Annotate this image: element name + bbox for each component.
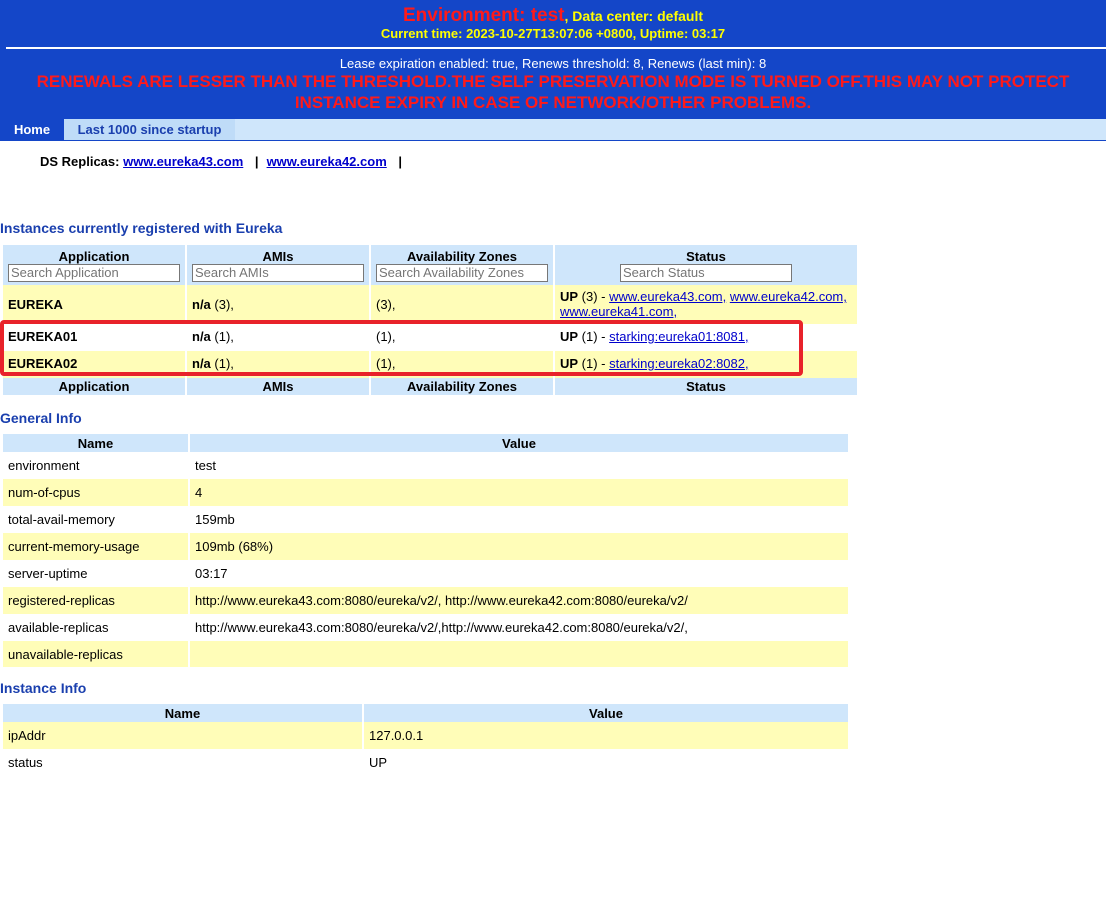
ami-cell: n/a (3),: [192, 297, 234, 312]
app-name: EUREKA01: [8, 329, 78, 344]
table-row: EUREKA02 n/a (1), (1), UP (1) - starking…: [3, 351, 857, 378]
ami-cell: n/a (1),: [192, 356, 234, 371]
info-name: status: [8, 755, 43, 770]
warning-line-1: RENEWALS ARE LESSER THAN THE THRESHOLD.T…: [36, 72, 1070, 91]
table-row: num-of-cpus 4: [3, 479, 848, 506]
status-cell: UP (1) - starking:eureka02:8082,: [560, 356, 749, 371]
table-row: ipAddr 127.0.0.1: [3, 722, 848, 749]
ds-replicas-label: DS Replicas:: [40, 154, 120, 169]
info-name: server-uptime: [8, 566, 88, 581]
search-amis-input[interactable]: [192, 263, 364, 282]
info-value: 159mb: [195, 512, 235, 527]
info-value: 127.0.0.1: [369, 728, 424, 743]
table-row: registered-replicas http://www.eureka43.c…: [3, 587, 848, 614]
nav-bar: Home Last 1000 since startup: [0, 119, 1106, 141]
col-header-value: Value: [364, 704, 848, 722]
info-value: 4: [195, 485, 203, 500]
table-row: current-memory-usage 109mb (68%): [3, 533, 848, 560]
search-application-input[interactable]: [8, 263, 180, 282]
table-row: available-replicas http://www.eureka43.co…: [3, 614, 848, 641]
app-name: EUREKA: [8, 297, 63, 312]
instance-link[interactable]: starking:eureka01:8081,: [609, 329, 748, 344]
general-info-table: Name Value environment test num-of-cpus 4 …: [1, 434, 850, 667]
tab-home[interactable]: Home: [0, 119, 64, 140]
info-name: environment: [8, 458, 80, 473]
info-name: current-memory-usage: [8, 539, 140, 554]
table-row: total-avail-memory 159mb: [3, 506, 848, 533]
header-divider: [6, 47, 1106, 49]
app-name: EUREKA02: [8, 356, 78, 371]
info-name: available-replicas: [8, 620, 109, 635]
info-value: 109mb (68%): [195, 539, 274, 554]
instance-link[interactable]: www.eureka43.com,: [609, 289, 726, 304]
info-value: http://www.eureka43.com:8080/eureka/v2/,…: [195, 593, 688, 608]
info-name: ipAddr: [8, 728, 46, 743]
general-info-title: General Info: [0, 410, 82, 426]
search-status-input[interactable]: [620, 263, 792, 282]
info-name: num-of-cpus: [8, 485, 81, 500]
col-footer-status: Status: [555, 378, 857, 395]
info-value: 03:17: [195, 566, 228, 581]
replica-separator: |: [254, 154, 259, 169]
info-value: [190, 641, 848, 667]
current-time-line: Current time: 2023-10-27T13:07:06 +0800,…: [380, 26, 726, 41]
col-footer-availability-zones: Availability Zones: [371, 378, 553, 395]
page-header: Environment: test, Data center: default …: [0, 0, 1106, 119]
info-name: registered-replicas: [8, 593, 115, 608]
replica-link-eureka42[interactable]: www.eureka42.com: [267, 154, 387, 169]
col-header-name: Name: [3, 704, 362, 722]
tab-last-1000[interactable]: Last 1000 since startup: [64, 119, 235, 140]
col-footer-amis: AMIs: [187, 378, 369, 395]
ami-cell: n/a (1),: [192, 329, 234, 344]
info-name: total-avail-memory: [8, 512, 115, 527]
instance-info-table: Name Value ipAddr 127.0.0.1 status UP: [1, 704, 850, 776]
replica-link-eureka43[interactable]: www.eureka43.com: [123, 154, 243, 169]
table-row: environment test: [3, 452, 848, 479]
data-center-label: , Data center: default: [564, 8, 703, 24]
table-row: unavailable-replicas: [3, 641, 848, 667]
info-value: UP: [369, 755, 388, 770]
zones-cell: (1),: [376, 329, 396, 344]
col-header-amis: AMIs: [187, 245, 369, 285]
info-value: test: [195, 458, 216, 473]
warning-line-2: INSTANCE EXPIRY IN CASE OF NETWORK/OTHER…: [294, 93, 812, 112]
col-header-application: Application: [3, 245, 185, 285]
ds-replicas: DS Replicas: www.eureka43.com | www.eurek…: [40, 154, 410, 169]
col-footer-application: Application: [3, 378, 185, 395]
status-cell: UP (1) - starking:eureka01:8081,: [560, 329, 749, 344]
instance-link[interactable]: www.eureka41.com,: [560, 304, 677, 319]
table-row: server-uptime 03:17: [3, 560, 848, 587]
zones-cell: (3),: [376, 297, 396, 312]
col-header-availability-zones: Availability Zones: [371, 245, 553, 285]
environment-label: Environment: test: [402, 5, 565, 26]
col-header-value: Value: [190, 434, 848, 452]
lease-info-line: Lease expiration enabled: true, Renews t…: [339, 56, 767, 71]
instance-link[interactable]: starking:eureka02:8082,: [609, 356, 748, 371]
replica-separator: |: [398, 154, 403, 169]
instances-title: Instances currently registered with Eure…: [0, 220, 283, 236]
search-zones-input[interactable]: [376, 263, 548, 282]
table-row: EUREKA n/a (3), (3), UP (3) - www.eureka…: [3, 285, 857, 324]
status-cell: UP (3) - www.eureka43.com, www.eureka42.…: [560, 289, 847, 319]
instance-info-title: Instance Info: [0, 680, 87, 696]
col-header-status: Status: [555, 245, 857, 285]
info-name: unavailable-replicas: [8, 646, 123, 662]
self-preservation-warning: RENEWALS ARE LESSER THAN THE THRESHOLD.T…: [0, 71, 1106, 113]
instance-link[interactable]: www.eureka42.com,: [730, 289, 847, 304]
info-value: http://www.eureka43.com:8080/eureka/v2/,…: [195, 620, 688, 635]
environment-line: Environment: test, Data center: default: [0, 5, 1106, 27]
table-row: status UP: [3, 749, 848, 776]
col-header-name: Name: [3, 434, 188, 452]
instances-table: Application AMIs Availability Zones Stat…: [1, 245, 859, 395]
zones-cell: (1),: [376, 356, 396, 371]
table-row: EUREKA01 n/a (1), (1), UP (1) - starking…: [3, 324, 857, 351]
